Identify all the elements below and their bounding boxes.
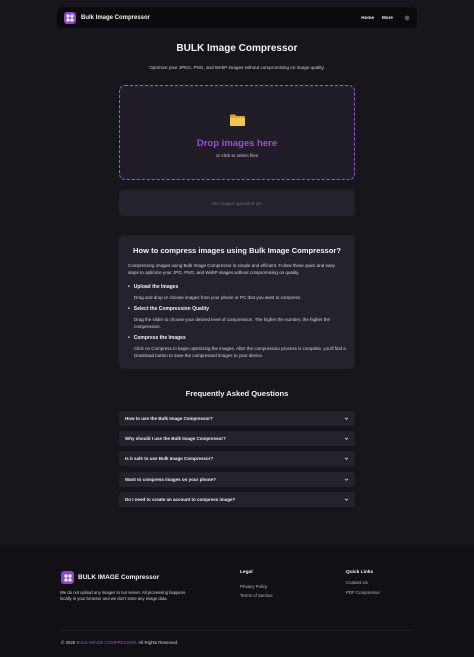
footer-divider bbox=[60, 630, 415, 631]
drop-title: Drop images here bbox=[196, 138, 278, 149]
step-description: Drag the slider to choose your desired l… bbox=[134, 317, 331, 329]
footer-quicklinks-title: Quick Links bbox=[346, 570, 374, 575]
faq-item[interactable]: Want to compress images on your phone? bbox=[119, 472, 355, 487]
faq-item[interactable]: Is it safe to use Bulk Image Compressor? bbox=[119, 451, 355, 466]
chevron-down-icon bbox=[344, 477, 349, 482]
drop-zone[interactable]: Drop images here or click to select file… bbox=[119, 85, 355, 180]
main-nav: Home More bbox=[353, 14, 410, 21]
drop-subtitle: or click to select files bbox=[215, 153, 259, 158]
nav-home[interactable]: Home bbox=[361, 15, 374, 20]
howto-intro: Compressing images using Bulk Image Comp… bbox=[128, 263, 336, 275]
copyright-brand[interactable]: BULK IMAGE COMPRESSOR bbox=[76, 640, 136, 645]
faq-item[interactable]: How to use the Bulk Image Compressor? bbox=[119, 411, 355, 426]
nav-more[interactable]: More bbox=[382, 15, 393, 20]
footer-description: We do not upload any images to our serve… bbox=[60, 590, 186, 601]
footer-brand: BULK IMAGE Compressor bbox=[78, 574, 160, 581]
footer-legal-title: Legal bbox=[240, 570, 253, 575]
howto-card: How to compress images using Bulk Image … bbox=[119, 235, 355, 369]
copyright-suffix: . All Rights Reserved. bbox=[136, 640, 179, 645]
step-description: Click on Compress to begin optimizing th… bbox=[134, 346, 346, 358]
chevron-down-icon bbox=[344, 416, 349, 421]
faq-title: Frequently Asked Questions bbox=[185, 389, 289, 398]
empty-state-text: No images uploaded yet bbox=[212, 200, 262, 206]
step-title: Select the Compression Quality bbox=[128, 306, 346, 312]
chevron-down-icon bbox=[344, 436, 349, 441]
step-title: Compress the Images bbox=[128, 335, 346, 341]
faq-item[interactable]: Do I need to create an account to compre… bbox=[119, 492, 355, 507]
faq-question: How to use the Bulk Image Compressor? bbox=[125, 416, 213, 421]
copyright: © 2025 BULK IMAGE COMPRESSOR. All Rights… bbox=[61, 640, 178, 645]
chevron-down-icon bbox=[344, 497, 349, 502]
footer-link-privacy[interactable]: Privacy Policy bbox=[240, 584, 267, 589]
howto-title: How to compress images using Bulk Image … bbox=[132, 246, 342, 255]
page-title: BULK Image Compressor bbox=[176, 43, 298, 54]
sun-icon[interactable] bbox=[404, 14, 410, 21]
footer-link-pdf-compressor[interactable]: PDF Compressor bbox=[346, 590, 380, 595]
copyright-prefix: © 2025 bbox=[61, 640, 77, 645]
uploaded-images-panel: No images uploaded yet bbox=[119, 190, 355, 216]
footer-link-terms[interactable]: Terms of Service bbox=[240, 593, 273, 598]
logo-icon[interactable] bbox=[64, 11, 76, 24]
page-subtitle: Optimize your JPEG, PNG, and WebP images… bbox=[149, 65, 325, 70]
step-description: Drag and drop or choose images from your… bbox=[134, 295, 302, 300]
footer-link-contact[interactable]: Contact Us bbox=[346, 580, 368, 585]
brand-name[interactable]: Bulk Image Compressor bbox=[81, 15, 150, 21]
header: Bulk Image Compressor Home More bbox=[57, 7, 417, 28]
step-title: Upload the Images bbox=[128, 284, 346, 290]
faq-question: Want to compress images on your phone? bbox=[125, 477, 216, 482]
footer: BULK IMAGE Compressor We do not upload a… bbox=[0, 546, 474, 657]
footer-logo-icon[interactable] bbox=[61, 571, 74, 584]
faq-question: Why should I use the Bulk Image Compress… bbox=[125, 436, 226, 441]
folder-icon bbox=[230, 114, 245, 126]
chevron-down-icon bbox=[344, 456, 349, 461]
faq-question: Do I need to create an account to compre… bbox=[125, 497, 236, 502]
faq-question: Is it safe to use Bulk Image Compressor? bbox=[125, 456, 214, 461]
faq-item[interactable]: Why should I use the Bulk Image Compress… bbox=[119, 431, 355, 446]
